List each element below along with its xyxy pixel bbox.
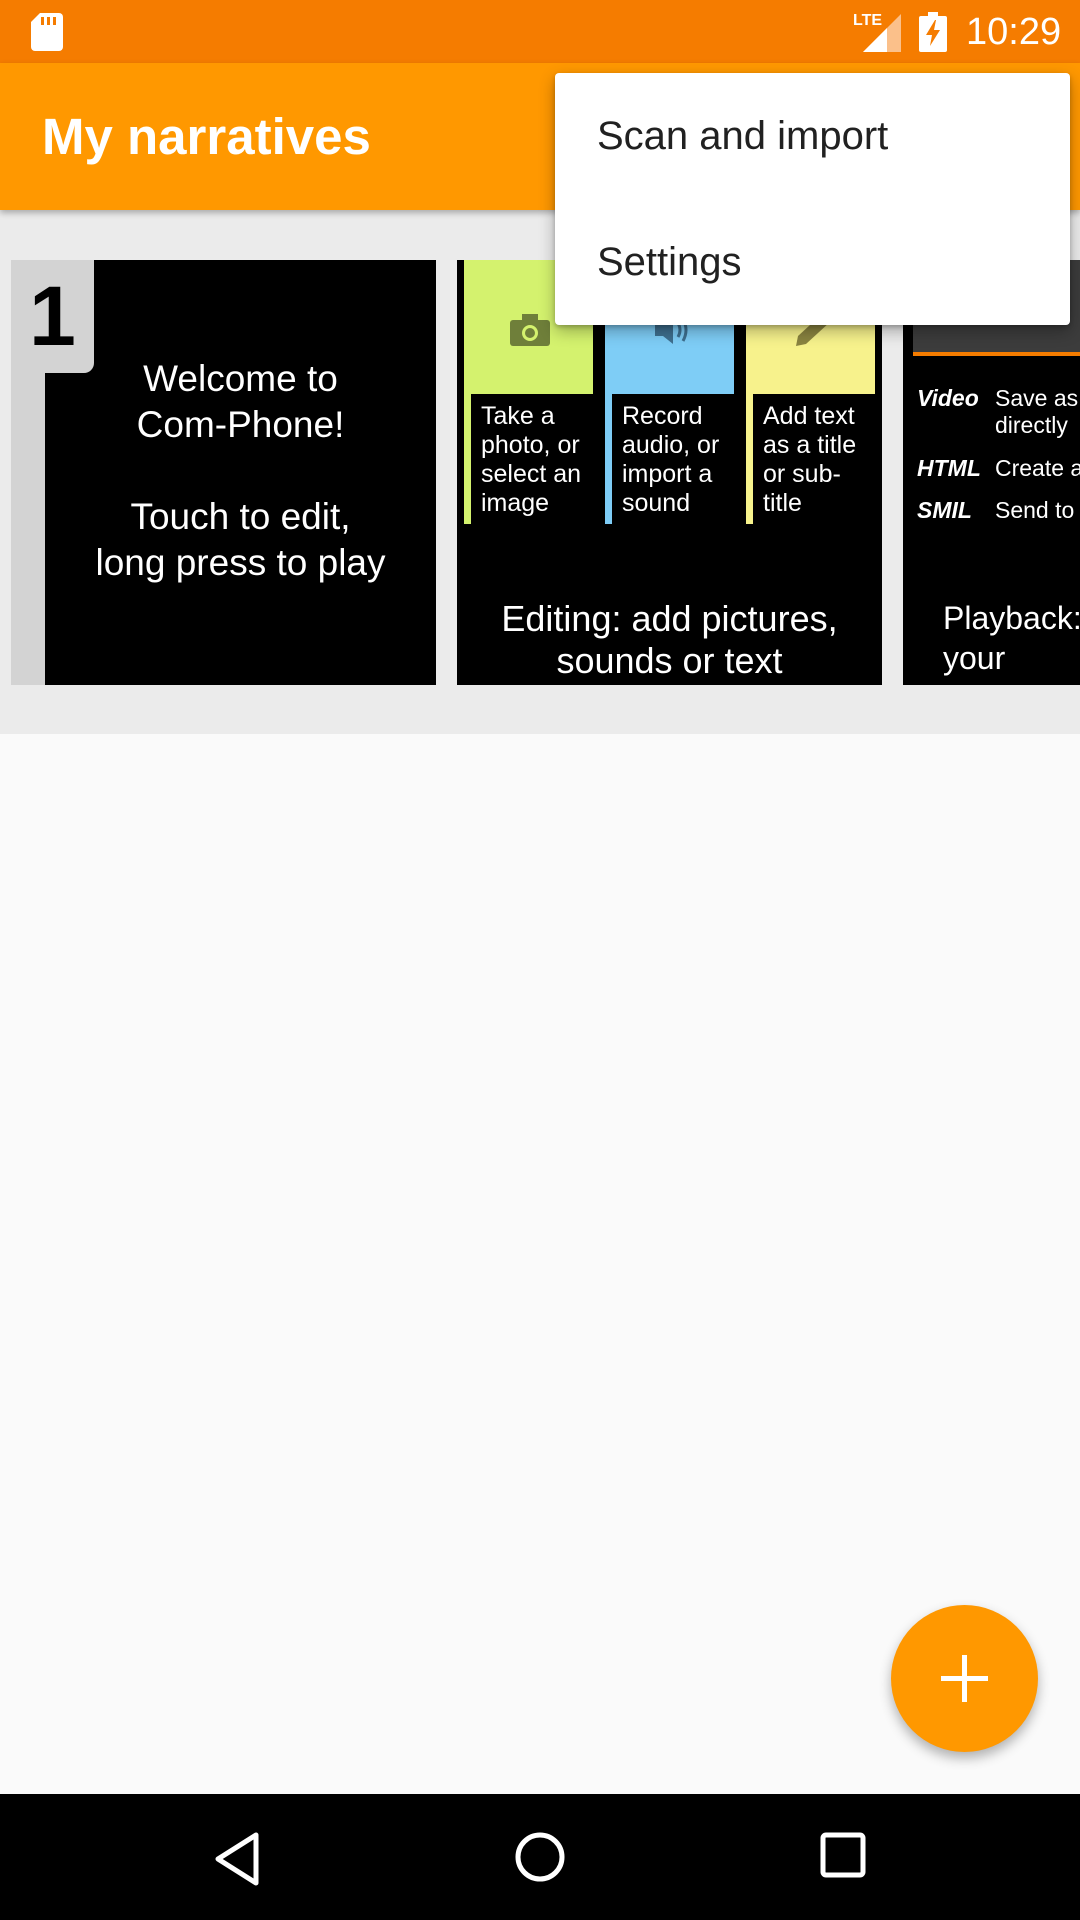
frame-text-line: long press to play	[95, 542, 386, 583]
export-key: Video	[917, 385, 979, 411]
export-key: SMIL	[917, 497, 972, 523]
navigation-bar	[0, 1794, 1080, 1920]
menu-item-scan-and-import[interactable]: Scan and import	[555, 73, 1070, 199]
frame-text-line: Touch to edit,	[130, 496, 351, 537]
panel-text: Add text as a title or sub- title	[763, 402, 857, 517]
recents-icon[interactable]	[820, 1832, 866, 1878]
menu-item-settings[interactable]: Settings	[555, 199, 1070, 325]
add-narrative-button[interactable]	[891, 1605, 1038, 1752]
panel-text: Take a photo, or select an image	[481, 402, 582, 517]
overflow-menu: Scan and import Settings	[555, 73, 1070, 325]
sd-card-icon	[31, 13, 63, 51]
network-label: LTE	[853, 12, 883, 29]
export-key: HTML	[917, 455, 981, 481]
panel-text: Record audio, or import a sound	[622, 402, 720, 517]
battery-charging-icon	[919, 12, 947, 52]
frame-text-spacer	[45, 448, 436, 494]
camera-icon	[510, 314, 550, 346]
frame-text-line: Com-Phone!	[136, 404, 345, 445]
export-row-html: HTML Create a	[917, 455, 1080, 482]
page-title: My narratives	[42, 108, 371, 165]
clock: 10:29	[966, 11, 1062, 53]
export-value: Send to	[995, 497, 1075, 523]
frame-caption: Playback: your	[943, 600, 1080, 676]
export-row-video: Video Save as directly	[917, 385, 1078, 439]
plus-icon	[941, 1655, 988, 1702]
back-icon[interactable]	[212, 1831, 262, 1887]
panel-bar	[464, 260, 471, 524]
narrative-frame-1[interactable]: 1 Welcome to Com-Phone! Touch to edit, l…	[11, 260, 436, 685]
frame-caption: Editing: add pictures, sounds or text	[501, 598, 838, 681]
frame-text-line: Welcome to	[143, 358, 338, 399]
frame-1-content: Welcome to Com-Phone! Touch to edit, lon…	[45, 260, 436, 685]
export-value: Save as directly	[995, 385, 1079, 438]
export-row-smil: SMIL Send to	[917, 497, 1074, 524]
status-bar: LTE 10:29	[0, 0, 1080, 63]
export-value: Create a	[995, 455, 1080, 481]
narrative-number-badge: 1	[11, 260, 94, 373]
home-icon[interactable]	[514, 1831, 566, 1883]
